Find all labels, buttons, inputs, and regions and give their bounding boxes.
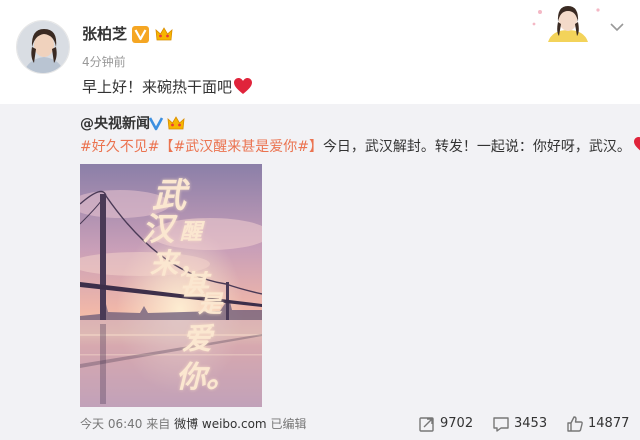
post-text: 早上好！来碗热干面吧 — [82, 76, 253, 98]
heart-emoji-icon — [633, 137, 640, 151]
hashtag-link[interactable]: 【#武汉醒来甚是爱你#】 — [159, 139, 322, 155]
comment-icon — [493, 417, 509, 432]
verified-badge-icon — [132, 26, 149, 43]
repost-time[interactable]: 今天 06:40 — [80, 417, 142, 431]
vip-member-icon[interactable] — [166, 114, 186, 132]
chevron-down-icon[interactable] — [610, 22, 624, 32]
source-link[interactable]: 微博 weibo.com — [174, 417, 267, 431]
repost-author-name[interactable]: @央视新闻 — [80, 114, 150, 134]
repost-text: #好久不见#【#武汉醒来甚是爱你#】今日，武汉解封。转发！一起说：你好呀，武汉。 — [80, 136, 640, 157]
repost-count: 9702 — [440, 416, 474, 431]
poster-image[interactable]: 武 汉 醒 来， 甚 是 爱 你。 — [80, 164, 262, 407]
poster-title-char: 你。 — [176, 360, 236, 395]
like-count: 14877 — [588, 416, 630, 431]
post-time[interactable]: 4分钟前 — [82, 53, 126, 70]
thumbs-up-icon — [567, 416, 583, 432]
repost-button[interactable]: 9702 — [418, 414, 476, 434]
repost-icon — [419, 417, 434, 432]
comment-button[interactable]: 3453 — [492, 414, 552, 434]
repost-text-content: 今日，武汉解封。转发！一起说：你好呀，武汉。 — [322, 139, 631, 155]
card-decoration — [528, 0, 608, 42]
author-name[interactable]: 张柏芝 — [82, 24, 127, 44]
source-prefix: 来自 — [146, 417, 171, 431]
edited-label[interactable]: 已编辑 — [270, 417, 306, 431]
like-button[interactable]: 14877 — [566, 414, 632, 434]
repost-meta: 今天 06:40 来自 微博 weibo.com 已编辑 — [80, 415, 306, 433]
post-text-content: 早上好！来碗热干面吧 — [82, 78, 233, 96]
avatar[interactable] — [16, 20, 70, 74]
vip-member-icon[interactable] — [154, 25, 174, 43]
comment-count: 3453 — [514, 416, 548, 431]
heart-emoji-icon — [234, 78, 253, 94]
blue-verified-badge-icon — [148, 117, 164, 131]
hashtag-link[interactable]: #好久不见# — [80, 139, 159, 155]
